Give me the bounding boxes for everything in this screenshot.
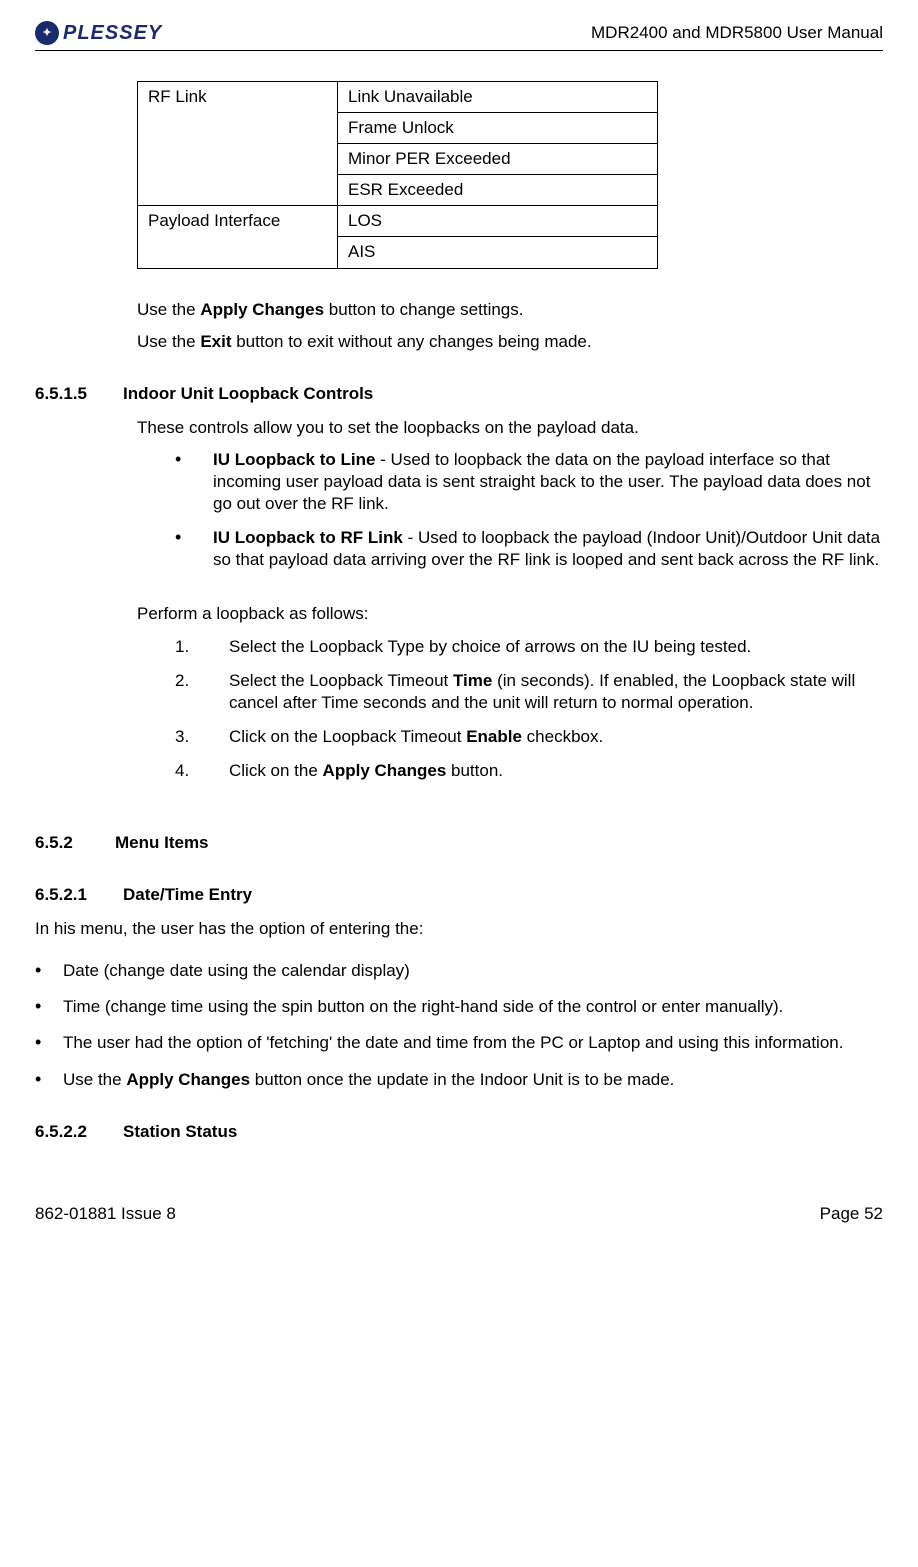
section-6515-heading: 6.5.1.5 Indoor Unit Loopback Controls bbox=[35, 383, 883, 405]
text: Click on the Loopback Timeout bbox=[229, 727, 466, 746]
step-text: Select the Loopback Type by choice of ar… bbox=[229, 636, 751, 658]
text: Use the bbox=[137, 300, 200, 319]
step-number: 4. bbox=[175, 760, 197, 782]
apply-changes-label: Apply Changes bbox=[126, 1070, 250, 1089]
date-time-bullets: • Date (change date using the calendar d… bbox=[35, 960, 883, 1090]
step-text: Select the Loopback Timeout Time (in sec… bbox=[229, 670, 883, 714]
footer-left: 862-01881 Issue 8 bbox=[35, 1203, 176, 1225]
cell-los: LOS bbox=[338, 206, 658, 237]
step-text: Click on the Apply Changes button. bbox=[229, 760, 503, 782]
bullet-text: IU Loopback to Line - Used to loopback t… bbox=[213, 449, 883, 515]
bullet-icon: • bbox=[35, 1069, 45, 1091]
text: Use the bbox=[63, 1070, 126, 1089]
cell-minor-per: Minor PER Exceeded bbox=[338, 144, 658, 175]
bullet-text: Date (change date using the calendar dis… bbox=[63, 960, 410, 982]
list-item: 2. Select the Loopback Timeout Time (in … bbox=[137, 670, 883, 714]
iu-loopback-rf-label: IU Loopback to RF Link bbox=[213, 528, 403, 547]
text: Select the Loopback Timeout bbox=[229, 671, 453, 690]
page-footer: 862-01881 Issue 8 Page 52 bbox=[35, 1203, 883, 1225]
text: Click on the bbox=[229, 761, 323, 780]
bullet-icon: • bbox=[175, 527, 185, 549]
cell-ais: AIS bbox=[338, 237, 658, 268]
loopback-intro: These controls allow you to set the loop… bbox=[137, 417, 883, 439]
heading-title: Date/Time Entry bbox=[123, 884, 252, 906]
time-label: Time bbox=[453, 671, 492, 690]
date-time-intro: In his menu, the user has the option of … bbox=[35, 918, 883, 940]
alarm-table-wrapper: RF Link Link Unavailable Frame Unlock Mi… bbox=[137, 81, 883, 353]
logo-text: PLESSEY bbox=[63, 20, 162, 46]
perform-loopback-text: Perform a loopback as follows: bbox=[137, 603, 883, 625]
loopback-steps: 1. Select the Loopback Type by choice of… bbox=[137, 636, 883, 782]
text: Use the bbox=[137, 332, 200, 351]
page-header: ✦ PLESSEY MDR2400 and MDR5800 User Manua… bbox=[35, 20, 883, 51]
list-item: 1. Select the Loopback Type by choice of… bbox=[137, 636, 883, 658]
brand-logo: ✦ PLESSEY bbox=[35, 20, 162, 46]
apply-changes-label: Apply Changes bbox=[323, 761, 447, 780]
list-item: • The user had the option of 'fetching' … bbox=[35, 1032, 883, 1054]
cell-esr-exceeded: ESR Exceeded bbox=[338, 175, 658, 206]
step-text: Click on the Loopback Timeout Enable che… bbox=[229, 726, 603, 748]
heading-title: Menu Items bbox=[115, 832, 209, 854]
list-item: • Use the Apply Changes button once the … bbox=[35, 1069, 883, 1091]
doc-title: MDR2400 and MDR5800 User Manual bbox=[591, 22, 883, 44]
apply-changes-text: Use the Apply Changes button to change s… bbox=[137, 299, 883, 321]
section-652-heading: 6.5.2 Menu Items bbox=[35, 832, 883, 854]
heading-title: Indoor Unit Loopback Controls bbox=[123, 383, 373, 405]
step-number: 1. bbox=[175, 636, 197, 658]
bullet-text: IU Loopback to RF Link - Used to loopbac… bbox=[213, 527, 883, 571]
step-number: 2. bbox=[175, 670, 197, 692]
alarm-table: RF Link Link Unavailable Frame Unlock Mi… bbox=[137, 81, 658, 269]
bullet-text: Time (change time using the spin button … bbox=[63, 996, 783, 1018]
bullet-icon: • bbox=[35, 960, 45, 982]
section-6522-heading: 6.5.2.2 Station Status bbox=[35, 1121, 883, 1143]
table-row: RF Link Link Unavailable bbox=[138, 82, 658, 113]
text: button. bbox=[446, 761, 503, 780]
list-item: • Date (change date using the calendar d… bbox=[35, 960, 883, 982]
bullet-icon: • bbox=[35, 996, 45, 1018]
bullet-icon: • bbox=[175, 449, 185, 471]
text: button once the update in the Indoor Uni… bbox=[250, 1070, 674, 1089]
cell-rf-link: RF Link bbox=[138, 82, 338, 206]
bullet-icon: • bbox=[35, 1032, 45, 1054]
list-item: • Time (change time using the spin butto… bbox=[35, 996, 883, 1018]
heading-number: 6.5.2.1 bbox=[35, 884, 95, 906]
list-item: 3. Click on the Loopback Timeout Enable … bbox=[137, 726, 883, 748]
heading-number: 6.5.1.5 bbox=[35, 383, 95, 405]
text: button to exit without any changes being… bbox=[232, 332, 592, 351]
cell-payload-interface: Payload Interface bbox=[138, 206, 338, 268]
text: button to change settings. bbox=[324, 300, 523, 319]
logo-icon: ✦ bbox=[35, 21, 59, 45]
enable-label: Enable bbox=[466, 727, 522, 746]
exit-text: Use the Exit button to exit without any … bbox=[137, 331, 883, 353]
cell-link-unavailable: Link Unavailable bbox=[338, 82, 658, 113]
heading-number: 6.5.2 bbox=[35, 832, 87, 854]
text: checkbox. bbox=[522, 727, 603, 746]
list-item: • IU Loopback to Line - Used to loopback… bbox=[137, 449, 883, 515]
heading-number: 6.5.2.2 bbox=[35, 1121, 95, 1143]
heading-title: Station Status bbox=[123, 1121, 237, 1143]
iu-loopback-line-label: IU Loopback to Line bbox=[213, 450, 375, 469]
list-item: • IU Loopback to RF Link - Used to loopb… bbox=[137, 527, 883, 571]
bullet-text: Use the Apply Changes button once the up… bbox=[63, 1069, 674, 1091]
loopback-bullets: • IU Loopback to Line - Used to loopback… bbox=[137, 449, 883, 571]
bullet-text: The user had the option of 'fetching' th… bbox=[63, 1032, 843, 1054]
section-6515-body: These controls allow you to set the loop… bbox=[137, 417, 883, 782]
footer-right: Page 52 bbox=[820, 1203, 883, 1225]
list-item: 4. Click on the Apply Changes button. bbox=[137, 760, 883, 782]
section-6521-heading: 6.5.2.1 Date/Time Entry bbox=[35, 884, 883, 906]
step-number: 3. bbox=[175, 726, 197, 748]
cell-frame-unlock: Frame Unlock bbox=[338, 113, 658, 144]
exit-label: Exit bbox=[200, 332, 231, 351]
apply-changes-label: Apply Changes bbox=[200, 300, 324, 319]
table-row: Payload Interface LOS bbox=[138, 206, 658, 237]
